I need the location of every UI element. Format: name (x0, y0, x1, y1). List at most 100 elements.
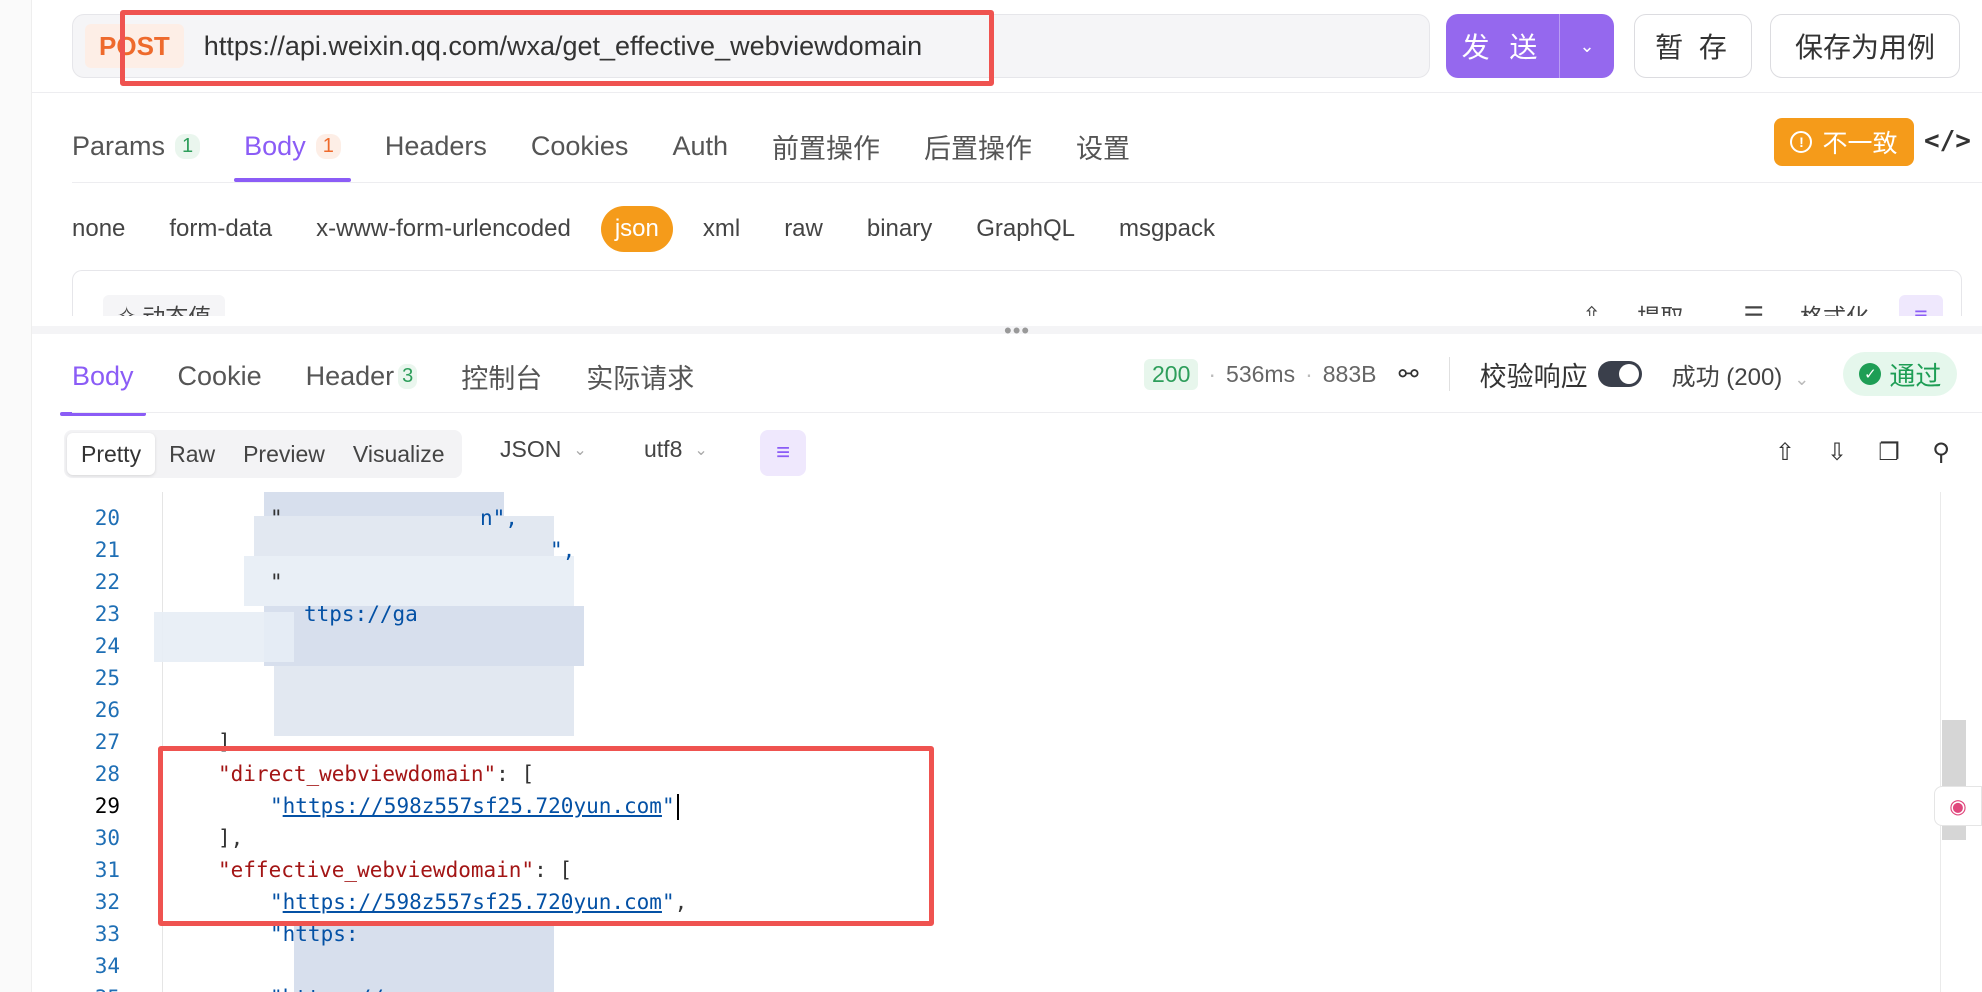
separator-dot: · (1305, 360, 1313, 387)
code-line: 34 (64, 950, 1940, 982)
line-number: 24 (94, 634, 120, 658)
inconsistent-button[interactable]: ! 不一致 (1774, 118, 1914, 166)
separator-dot: · (1208, 360, 1217, 387)
view-raw[interactable]: Raw (155, 433, 229, 475)
format-icon: ☰ (1743, 301, 1764, 317)
json-punctuation: : [ (534, 858, 573, 882)
line-number: 20 (94, 506, 120, 530)
format-select-value: JSON (500, 436, 562, 462)
view-visualize[interactable]: Visualize (339, 433, 459, 475)
send-button-group: 发 送 ⌄ (1446, 14, 1614, 78)
resp-tab-cookie[interactable]: Cookie (178, 348, 262, 404)
success-status-label: 成功 (200) (1671, 363, 1783, 391)
send-options-chevron-icon[interactable]: ⌄ (1560, 14, 1614, 78)
url-input[interactable]: https://api.weixin.qq.com/wxa/get_effect… (204, 31, 922, 62)
line-number: 26 (94, 698, 120, 722)
line-number: 32 (94, 890, 120, 914)
tab-count: 1 (315, 133, 341, 159)
code-line: 26 (64, 694, 1940, 726)
tab-headers[interactable]: Headers (385, 116, 487, 176)
response-size: 883B (1322, 360, 1377, 387)
quote: " (270, 794, 283, 818)
response-code-editor[interactable]: 20 " n", 21 ", 22 " 23 ttps://ga 24 25 26 27]… (64, 492, 1940, 992)
save-draft-button[interactable]: 暂 存 (1634, 14, 1752, 78)
search-icon[interactable]: ⚲ (1924, 432, 1958, 472)
line-number: 33 (94, 922, 120, 946)
tab-post-operation[interactable]: 后置操作 (924, 116, 1032, 176)
share-icon[interactable]: ⚯ (1398, 360, 1418, 389)
divider (72, 412, 1982, 413)
json-url-link[interactable]: https://598z557sf25.720yun.com (283, 794, 662, 818)
upload-icon[interactable]: ⇧ (1768, 432, 1802, 472)
drag-handle-icon[interactable]: ••• (1004, 318, 1030, 344)
download-icon[interactable]: ⇩ (1820, 432, 1854, 472)
encoding-select-value: utf8 (644, 436, 683, 462)
code-text: " (270, 570, 283, 594)
code-line: 25 (64, 662, 1940, 694)
view-pretty[interactable]: Pretty (67, 433, 156, 475)
chevron-down-icon: ⌄ (1794, 368, 1810, 389)
divider (1448, 357, 1450, 391)
save-as-case-button[interactable]: 保存为用例 (1770, 14, 1960, 78)
tab-cookies[interactable]: Cookies (531, 116, 629, 176)
tab-settings[interactable]: 设置 (1076, 116, 1130, 176)
body-type-raw[interactable]: raw (784, 206, 823, 252)
dynamic-value-button[interactable]: ✧ 动态值 (103, 295, 226, 316)
code-line: 32 "https://598z557sf25.720yun.com", (64, 886, 1940, 918)
dynamic-value-label: 动态值 (142, 298, 211, 316)
wrap-lines-icon[interactable]: ≡ (1899, 295, 1943, 316)
view-preview[interactable]: Preview (229, 433, 339, 475)
code-line: 23 ttps://ga (64, 598, 1940, 630)
body-type-selector: none form-data x-www-form-urlencoded jso… (72, 206, 1259, 252)
chevron-down-icon: ⌄ (694, 441, 708, 459)
format-label: 格式化 (1800, 298, 1869, 316)
url-bar[interactable]: POST https://api.weixin.qq.com/wxa/get_e… (72, 14, 1430, 78)
extract-button[interactable]: ⇧ 提取 (1552, 298, 1683, 317)
quote: " (270, 890, 283, 914)
resp-tab-body[interactable]: Body (60, 348, 146, 416)
wrap-lines-icon: ≡ (775, 439, 790, 466)
body-type-xml[interactable]: xml (703, 206, 740, 252)
format-button[interactable]: ☰ 格式化 (1713, 298, 1869, 317)
body-type-json[interactable]: json (600, 206, 673, 252)
body-type-form-data[interactable]: form-data (169, 206, 272, 252)
code-icon[interactable]: </> (1924, 126, 1971, 156)
tab-params[interactable]: Params 1 (72, 116, 201, 176)
tab-body[interactable]: Body 1 (234, 116, 351, 182)
pass-badge: ✓ 通过 (1843, 352, 1958, 396)
tab-pre-operation[interactable]: 前置操作 (772, 116, 880, 176)
resp-tab-actual-request[interactable]: 实际请求 (586, 348, 694, 404)
validate-response-toggle[interactable] (1597, 361, 1642, 387)
body-type-msgpack[interactable]: msgpack (1119, 206, 1215, 252)
body-type-urlencoded[interactable]: x-www-form-urlencoded (316, 206, 571, 252)
validate-response-label: 校验响应 (1479, 361, 1588, 392)
code-line: 35 "https:// (64, 982, 1940, 992)
code-line: 28 "direct_webviewdomain": [ (64, 758, 1940, 790)
focus-scan-icon[interactable]: ◉ (1934, 786, 1982, 826)
line-number: 22 (94, 570, 120, 594)
code-text: ] (218, 730, 231, 754)
method-selector[interactable]: POST (85, 24, 184, 68)
comma: , (674, 890, 688, 914)
copy-icon[interactable]: ❐ (1872, 432, 1906, 472)
send-button[interactable]: 发 送 (1446, 14, 1560, 78)
encoding-select[interactable]: utf8 ⌄ (644, 436, 708, 463)
code-line: 31 "effective_webviewdomain": [ (64, 854, 1940, 886)
body-type-none[interactable]: none (72, 206, 125, 252)
tab-auth[interactable]: Auth (672, 116, 728, 176)
tab-count: 3 (398, 363, 418, 389)
quote: " (661, 794, 675, 818)
code-text: ttps://ga (304, 602, 418, 626)
json-key: "direct_webviewdomain" (218, 762, 497, 786)
json-url-link[interactable]: https://598z557sf25.720yun.com (283, 890, 662, 914)
view-mode-segment: Pretty Raw Preview Visualize (64, 430, 462, 478)
wrap-lines-button[interactable]: ≡ (760, 430, 806, 476)
body-type-binary[interactable]: binary (867, 206, 932, 252)
resp-tab-header[interactable]: Header 3 (306, 348, 418, 404)
resp-tab-console[interactable]: 控制台 (461, 348, 542, 404)
success-status-select[interactable]: 成功 (200) ⌄ (1672, 357, 1810, 392)
body-type-graphql[interactable]: GraphQL (976, 206, 1075, 252)
format-select[interactable]: JSON ⌄ (500, 436, 587, 463)
code-text: "https://598z557sf25.720yun.com", (270, 886, 687, 918)
code-text: "direct_webviewdomain": [ (218, 758, 534, 790)
